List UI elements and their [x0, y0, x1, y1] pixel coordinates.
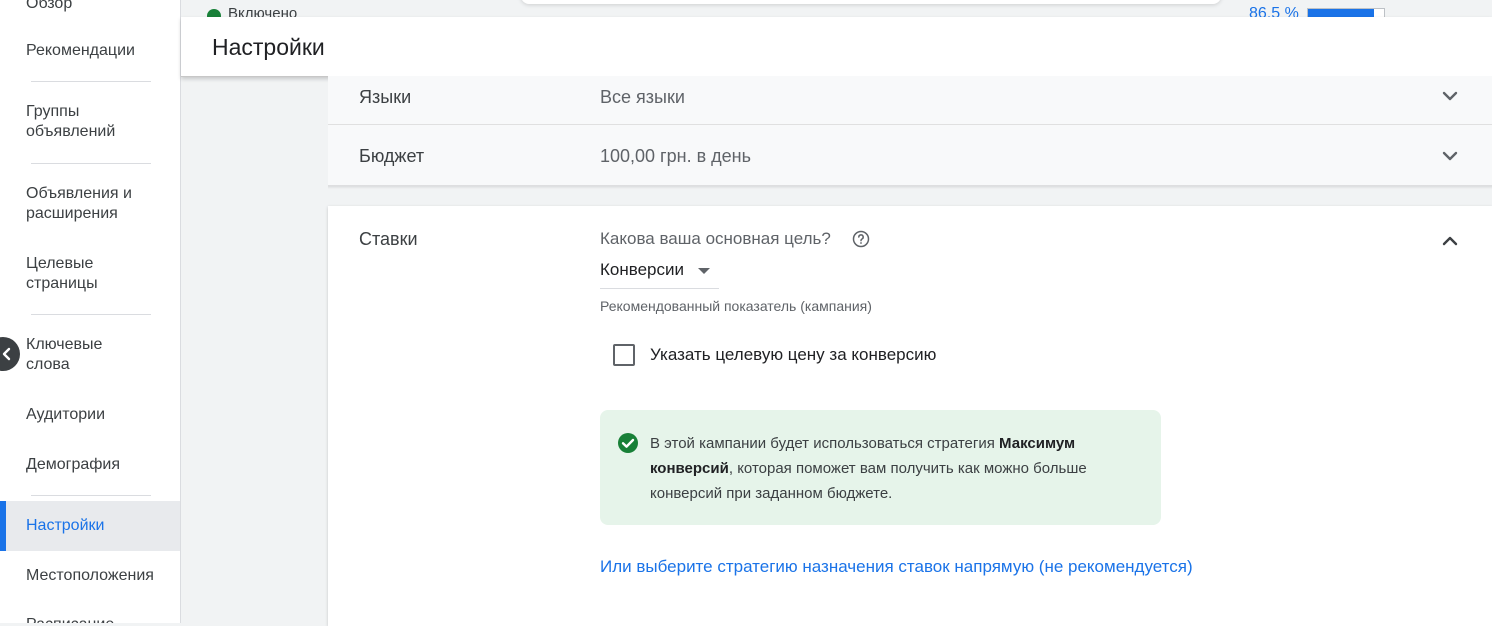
page-header: Настройки	[181, 17, 1492, 77]
chevron-left-icon	[2, 347, 11, 361]
sidebar-item-recommendations[interactable]: Рекомендации	[0, 41, 180, 61]
row-label: Бюджет	[359, 146, 425, 166]
goal-hint: Рекомендованный показатель (кампания)	[600, 298, 872, 314]
sidebar-item-ads-extensions[interactable]: Объявления и расширения	[0, 184, 150, 224]
chevron-down-icon[interactable]	[1440, 86, 1460, 106]
choose-bid-strategy-link[interactable]: Или выберите стратегию назначения ставок…	[600, 557, 1193, 577]
chevron-down-icon[interactable]	[1440, 146, 1460, 166]
row-value: 100,00 грн. в день	[600, 146, 751, 166]
sidebar-item-audiences[interactable]: Аудитории	[0, 405, 180, 425]
help-circle-icon[interactable]	[852, 230, 870, 248]
campaign-summary-strip: Включено 86,5 %	[181, 0, 1492, 17]
sidebar-nav: Обзор Рекомендации Группы объявлений Объ…	[0, 0, 181, 623]
sidebar-item-landing-pages[interactable]: Целевые страницы	[0, 254, 150, 294]
rows-shadow	[328, 185, 1492, 189]
settings-row-budget[interactable]: Бюджет 100,00 грн. в день	[328, 125, 1492, 186]
sidebar-item-demographics[interactable]: Демография	[0, 455, 180, 475]
optimization-score-fill	[1308, 9, 1374, 17]
sidebar-item-locations[interactable]: Местоположения	[0, 566, 180, 586]
goal-select[interactable]: Конверсии	[600, 258, 719, 289]
row-value: Все языки	[600, 87, 685, 107]
sidebar-item-overview[interactable]: Обзор	[0, 0, 180, 14]
goal-select-value: Конверсии	[600, 260, 684, 279]
nav-divider	[31, 81, 151, 82]
optimization-score: 86,5 %	[1249, 5, 1299, 17]
sidebar-item-settings[interactable]: Настройки	[0, 501, 180, 551]
row-label: Языки	[359, 87, 412, 107]
sidebar-item-schedule[interactable]: Расписание	[0, 615, 180, 623]
strategy-info-box: В этой кампании будет использоваться стр…	[600, 410, 1161, 525]
campaign-status: Включено	[228, 5, 298, 17]
bids-label: Ставки	[359, 229, 418, 249]
chevron-up-icon[interactable]	[1440, 231, 1460, 251]
settings-row-languages[interactable]: Языки Все языки	[328, 76, 1492, 125]
info-text-part1: В этой кампании будет использоваться стр…	[650, 435, 1000, 452]
page-title: Настройки	[212, 34, 325, 60]
sidebar-item-ad-groups[interactable]: Группы объявлений	[0, 102, 150, 142]
nav-divider	[31, 314, 151, 315]
nav-divider	[31, 163, 151, 164]
status-dot-icon	[207, 9, 221, 17]
dropdown-arrow-icon	[698, 268, 710, 274]
bids-section: Ставки Какова ваша основная цель? Конвер…	[328, 206, 1492, 626]
strategy-info-text: В этой кампании будет использоваться стр…	[650, 431, 1145, 506]
target-cpa-checkbox-label[interactable]: Указать целевую цену за конверсию	[650, 345, 936, 365]
nav-divider	[31, 495, 151, 496]
check-circle-icon	[618, 433, 638, 453]
summary-card	[521, 0, 1221, 4]
sidebar-item-keywords[interactable]: Ключевые слова	[0, 335, 150, 375]
optimization-score-bar	[1307, 8, 1385, 17]
target-cpa-checkbox[interactable]	[613, 344, 635, 366]
goal-question: Какова ваша основная цель?	[600, 229, 831, 248]
